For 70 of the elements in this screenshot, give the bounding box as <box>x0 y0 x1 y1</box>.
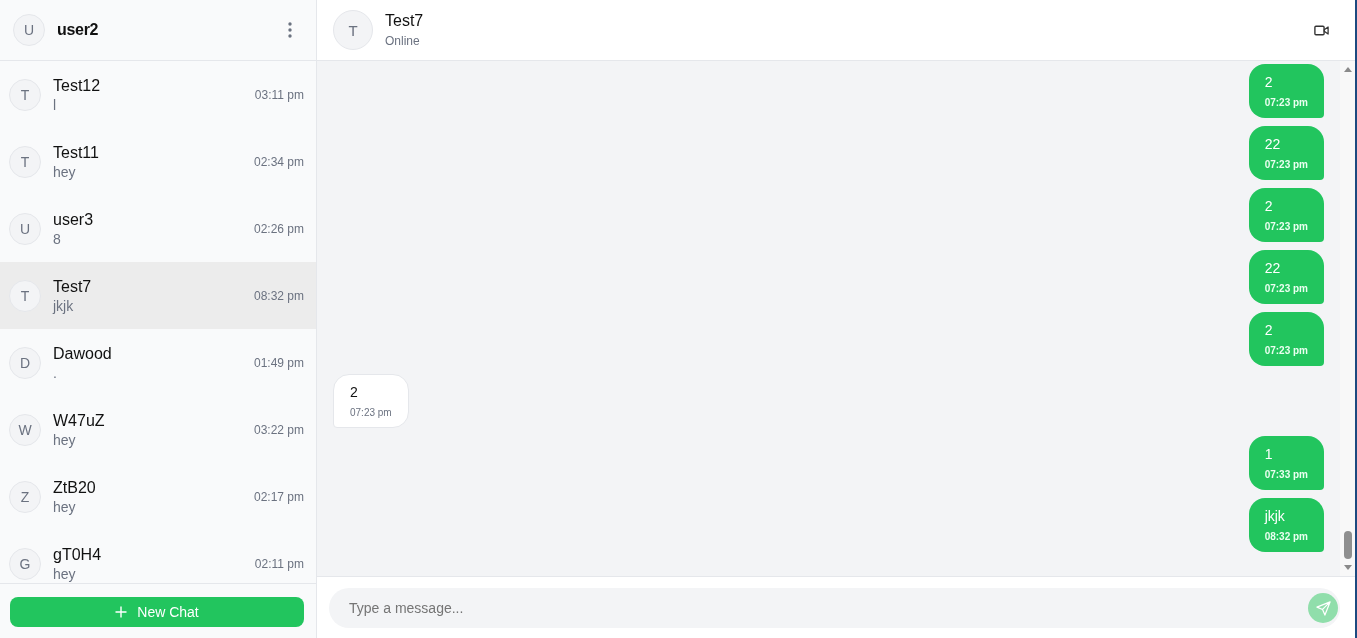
message-text: 2 <box>1264 197 1274 216</box>
contact-avatar: G <box>9 547 41 580</box>
contact-name: Dawood <box>53 343 113 364</box>
message-preview: . <box>53 363 58 382</box>
contact-avatar: D <box>9 346 41 379</box>
username: user2 <box>57 21 100 39</box>
chat-item[interactable]: G gT0H4 hey 02:11 pm <box>0 530 316 583</box>
contact-avatar: Z <box>9 480 41 513</box>
message-time: 07:23 pm <box>1264 220 1308 234</box>
timestamp: 02:11 pm <box>254 556 304 571</box>
message-preview: 8 <box>53 229 62 248</box>
contact-name: W47uZ <box>53 410 106 431</box>
user-avatar: U <box>13 14 45 46</box>
message-text: 22 <box>1264 259 1282 278</box>
status-text: Online <box>385 33 421 49</box>
contact-name: Test11 <box>53 142 100 163</box>
scrollbar[interactable] <box>1340 61 1355 576</box>
scrollbar-thumb[interactable] <box>1343 531 1352 559</box>
chat-item[interactable]: D Dawood . 01:49 pm <box>0 329 316 396</box>
paper-plane-icon <box>1315 600 1331 616</box>
message-input[interactable]: Type a message... <box>329 588 1340 628</box>
chat-item[interactable]: U user3 8 02:26 pm <box>0 195 316 262</box>
up-triangle-icon[interactable] <box>1343 67 1352 72</box>
contact-name: Test12 <box>53 75 102 96</box>
timestamp: 02:17 pm <box>253 489 304 504</box>
chat-item[interactable]: T Test7 jkjk 08:32 pm <box>0 262 316 329</box>
message-preview: hey <box>53 497 77 516</box>
timestamp: 08:32 pm <box>253 288 304 303</box>
message-time: 07:23 pm <box>1264 282 1308 296</box>
message-time: 07:23 pm <box>350 406 392 420</box>
contact-name: user3 <box>53 209 95 230</box>
timestamp: 03:11 pm <box>254 87 304 102</box>
timestamp: 02:34 pm <box>253 154 304 169</box>
contact-avatar: T <box>333 10 373 50</box>
contact-avatar: T <box>9 145 41 178</box>
timestamp: 03:22 pm <box>253 422 304 437</box>
chat-item[interactable]: Z ZtB20 hey 02:17 pm <box>0 463 316 530</box>
message-time: 08:32 pm <box>1264 530 1308 544</box>
contact-avatar: T <box>9 78 41 111</box>
message-time: 07:23 pm <box>1264 158 1308 172</box>
plus-icon <box>115 606 128 618</box>
contact-name: gT0H4 <box>53 544 103 565</box>
message-preview: jkjk <box>53 296 75 315</box>
message-text: 2 <box>350 383 359 402</box>
message-time: 07:33 pm <box>1264 468 1308 482</box>
contact-avatar: U <box>9 212 41 245</box>
message-preview: hey <box>53 564 77 583</box>
message-text: 22 <box>1264 135 1282 154</box>
contact-name: ZtB20 <box>53 477 97 498</box>
message-time: 07:23 pm <box>1264 96 1308 110</box>
message-preview: hey <box>53 430 77 449</box>
contact-name: Test7 <box>385 11 425 31</box>
contact-name: Test7 <box>53 276 93 297</box>
chat-item[interactable]: W W47uZ hey 03:22 pm <box>0 396 316 463</box>
chat-item[interactable]: T Test12 l 03:11 pm <box>0 61 316 128</box>
message-preview: hey <box>53 162 77 181</box>
timestamp: 01:49 pm <box>253 355 304 370</box>
message-text: 1 <box>1264 445 1274 464</box>
message-preview: l <box>53 95 58 114</box>
chat-item[interactable]: T Test11 hey 02:34 pm <box>0 128 316 195</box>
contact-avatar: W <box>9 413 41 446</box>
contact-avatar: T <box>9 279 41 312</box>
message-time: 07:23 pm <box>1264 344 1308 358</box>
message-text: 2 <box>1264 321 1274 340</box>
more-options-icon[interactable] <box>288 22 292 38</box>
timestamp: 02:26 pm <box>253 221 304 236</box>
down-triangle-icon[interactable] <box>1343 565 1352 570</box>
message-text: jkjk <box>1264 507 1286 526</box>
message-text: 2 <box>1264 73 1274 92</box>
video-camera-icon[interactable] <box>1314 24 1329 36</box>
